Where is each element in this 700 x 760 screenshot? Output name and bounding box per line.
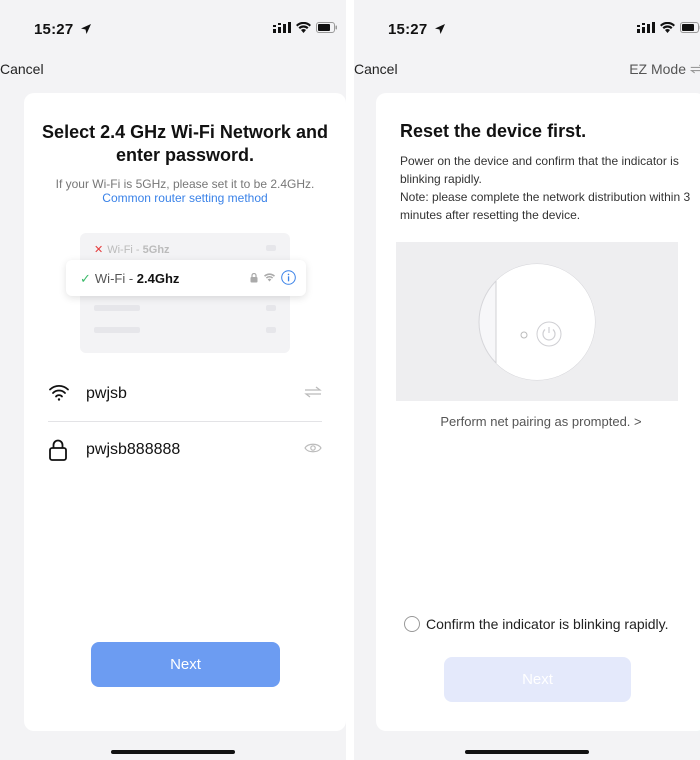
reset-device-screen: 15:27 Cancel EZ Mode Reset the device fi… [354, 0, 700, 760]
confirm-label: Confirm the indicator is blinking rapidl… [426, 616, 669, 632]
wifi-icon [296, 22, 311, 33]
wifi-24ghz-prefix: Wi-Fi - [94, 271, 137, 286]
instruction-line: Power on the device and confirm that the… [400, 154, 679, 186]
mode-switch-button[interactable]: EZ Mode [629, 61, 700, 77]
close-icon: ✕ [94, 244, 104, 256]
eye-icon[interactable] [304, 442, 322, 454]
device-illustration [396, 242, 678, 401]
cancel-button[interactable]: Cancel [0, 61, 44, 77]
home-indicator [111, 750, 235, 754]
screen-divider [346, 0, 354, 760]
lock-icon [49, 439, 67, 461]
placeholder-bar [266, 305, 276, 311]
page-title: Select 2.4 GHz Wi-Fi Network and enter p… [42, 122, 328, 165]
password-field[interactable]: pwjsb888888 [48, 431, 322, 471]
lock-icon [250, 272, 258, 282]
cancel-button[interactable]: Cancel [354, 61, 398, 77]
confirm-checkbox[interactable]: Confirm the indicator is blinking rapidl… [404, 616, 669, 632]
wifi-name-field[interactable]: pwjsb [48, 375, 322, 415]
wifi-card: Select 2.4 GHz Wi-Fi Network and enter p… [24, 93, 346, 731]
wifi-5ghz-prefix: Wi-Fi - [107, 244, 143, 256]
placeholder-bar [266, 327, 276, 333]
wifi-5ghz-row: ✕ Wi-Fi - 5Ghz [94, 243, 170, 256]
nav-bar: Cancel [0, 48, 346, 92]
radio-circle[interactable] [404, 616, 420, 632]
instructions: Power on the device and confirm that the… [400, 152, 694, 224]
status-time: 15:27 [388, 21, 428, 38]
divider [48, 421, 322, 422]
status-bar: 15:27 [354, 0, 700, 48]
home-indicator [465, 750, 589, 754]
switch-icon [690, 64, 700, 74]
wifi-icon [49, 385, 69, 401]
router-setting-link[interactable]: Common router setting method [24, 191, 346, 205]
info-icon [281, 270, 296, 285]
wifi-icon [264, 273, 275, 282]
next-button[interactable]: Next [91, 642, 280, 687]
placeholder-bar [266, 245, 276, 251]
net-pairing-link[interactable]: Perform net pairing as prompted. > [376, 414, 700, 429]
power-icon [536, 321, 562, 347]
placeholder-bar [94, 305, 140, 311]
note-line: Note: please complete the network distri… [400, 190, 691, 222]
status-bar: 15:27 [0, 0, 346, 48]
location-arrow-icon [435, 24, 445, 34]
mode-label: EZ Mode [629, 61, 686, 77]
battery-icon [316, 22, 337, 33]
password-value: pwjsb888888 [86, 441, 181, 458]
page-title: Reset the device first. [400, 121, 587, 141]
placeholder-bar [94, 327, 140, 333]
wifi-24ghz-band: 2.4Ghz [136, 271, 180, 286]
status-time: 15:27 [34, 21, 74, 38]
status-icons [273, 22, 338, 33]
signal-icon [273, 22, 291, 33]
battery-icon [680, 22, 700, 33]
wifi-24ghz-row: ✓ Wi-Fi - 2.4Ghz [66, 260, 306, 296]
wifi-5ghz-band: 5Ghz [142, 244, 170, 256]
switch-icon[interactable] [304, 386, 322, 398]
check-icon: ✓ [80, 271, 91, 286]
wifi-icon [660, 22, 675, 33]
reset-card: Reset the device first. Power on the dev… [376, 93, 700, 731]
subtitle: If your Wi-Fi is 5GHz, please set it to … [55, 177, 315, 191]
wifi-name-value: pwjsb [86, 385, 127, 402]
wifi-setup-screen: 15:27 Cancel Select 2.4 GHz Wi-Fi Networ… [0, 0, 346, 760]
location-arrow-icon [81, 24, 91, 34]
signal-icon [637, 22, 655, 33]
status-icons [637, 22, 700, 33]
nav-bar: Cancel EZ Mode [354, 48, 700, 92]
next-button[interactable]: Next [444, 657, 631, 702]
